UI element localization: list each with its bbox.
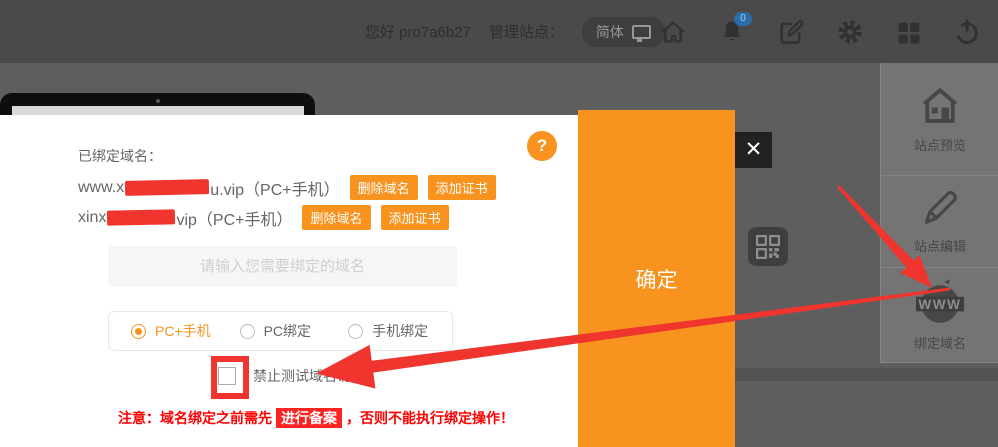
- filing-link[interactable]: 进行备案: [276, 408, 342, 428]
- language-toggle-button[interactable]: 简体: [582, 17, 665, 47]
- sidebar-item-site-edit[interactable]: 站点编辑: [881, 176, 998, 268]
- checkbox-label: 禁止测试域名访问: [253, 366, 365, 386]
- notice-text: ，否则不能执行绑定操作！: [346, 410, 514, 426]
- notifications-bell-icon[interactable]: 0: [718, 18, 746, 46]
- domain-text: www.x: [78, 179, 124, 197]
- power-logout-icon[interactable]: [953, 18, 981, 46]
- close-icon: ✕: [745, 138, 763, 161]
- binding-notice: 注意：域名绑定之前需先进行备案，否则不能执行绑定操作！: [118, 408, 514, 428]
- radio-label: PC+手机: [155, 321, 211, 341]
- confirm-label: 确定: [636, 264, 678, 294]
- svg-text:WWW: WWW: [918, 296, 961, 311]
- home-icon[interactable]: [659, 18, 687, 46]
- redaction-scribble: [125, 179, 209, 196]
- radio-icon: [131, 324, 146, 339]
- bind-domain-dialog: 已绑定域名： ? www.x u.vip（PC+手机） 删除域名 添加证书 xin…: [0, 115, 578, 447]
- sidebar-item-label: 站点编辑: [914, 236, 966, 255]
- radio-mobile-bind[interactable]: 手机绑定: [348, 321, 452, 341]
- radio-label: PC绑定: [264, 321, 311, 341]
- domain-input[interactable]: [108, 246, 457, 287]
- top-bar: 您好 pro7a6b27 管理站点： 简体 0: [0, 0, 998, 63]
- redaction-scribble: [107, 209, 175, 225]
- laptop-camera-dot: [156, 99, 160, 103]
- domain-text: xinx: [78, 209, 106, 227]
- sidebar-item-bind-domain[interactable]: WWW 绑定域名: [881, 268, 998, 363]
- radio-label: 手机绑定: [372, 321, 428, 341]
- greeting-text: 您好 pro7a6b27: [365, 21, 471, 42]
- radio-icon: [240, 324, 255, 339]
- sidebar-item-label: 站点预览: [914, 135, 966, 154]
- sidebar-item-site-preview[interactable]: 站点预览: [881, 63, 998, 176]
- delete-domain-button[interactable]: 删除域名: [350, 175, 418, 200]
- monitor-icon: [632, 25, 651, 39]
- bound-domain-row: www.x u.vip（PC+手机） 删除域名 添加证书: [78, 175, 496, 200]
- delete-domain-button[interactable]: 删除域名: [302, 205, 370, 230]
- house-icon: [917, 85, 963, 127]
- www-globe-icon: WWW: [914, 279, 966, 325]
- confirm-button[interactable]: 确定: [578, 110, 735, 447]
- notice-text: 注意：域名绑定之前需先: [118, 410, 272, 426]
- language-label: 简体: [596, 22, 624, 42]
- qr-code-icon: [756, 235, 780, 259]
- radio-pc-bind[interactable]: PC绑定: [240, 321, 349, 341]
- manage-site-label: 管理站点：: [489, 21, 564, 42]
- site-tools-sidebar: 站点预览 站点编辑 WWW 绑定域名: [880, 63, 998, 363]
- sidebar-item-label: 绑定域名: [914, 333, 966, 352]
- laptop-screen-edge: [12, 106, 304, 115]
- add-certificate-button[interactable]: 添加证书: [428, 175, 496, 200]
- notification-badge: 0: [734, 12, 752, 26]
- pencil-icon: [919, 188, 961, 228]
- annotation-rectangle: [211, 356, 249, 399]
- bound-domain-row: xinx vip（PC+手机） 删除域名 添加证书: [78, 205, 449, 230]
- help-icon[interactable]: ?: [527, 131, 557, 161]
- radio-pc-and-mobile[interactable]: PC+手机: [131, 321, 240, 341]
- apps-grid-icon[interactable]: [895, 18, 923, 46]
- bind-mode-radio-group: PC+手机 PC绑定 手机绑定: [108, 311, 453, 351]
- edit-icon[interactable]: [777, 18, 805, 46]
- domain-text: vip（PC+手机）: [176, 206, 292, 230]
- radio-icon: [348, 324, 363, 339]
- bound-domains-label: 已绑定域名：: [78, 146, 162, 166]
- top-bar-account-area: 您好 pro7a6b27 管理站点： 简体: [365, 0, 665, 63]
- qr-code-button[interactable]: [748, 227, 788, 266]
- close-button[interactable]: ✕: [735, 132, 772, 168]
- laptop-mockup-bezel: [0, 93, 315, 115]
- background-band: [735, 368, 998, 381]
- page: 您好 pro7a6b27 管理站点： 简体 0: [0, 0, 998, 447]
- settings-gear-icon[interactable]: [836, 18, 864, 46]
- domain-text: u.vip（PC+手机）: [210, 176, 339, 200]
- add-certificate-button[interactable]: 添加证书: [381, 205, 449, 230]
